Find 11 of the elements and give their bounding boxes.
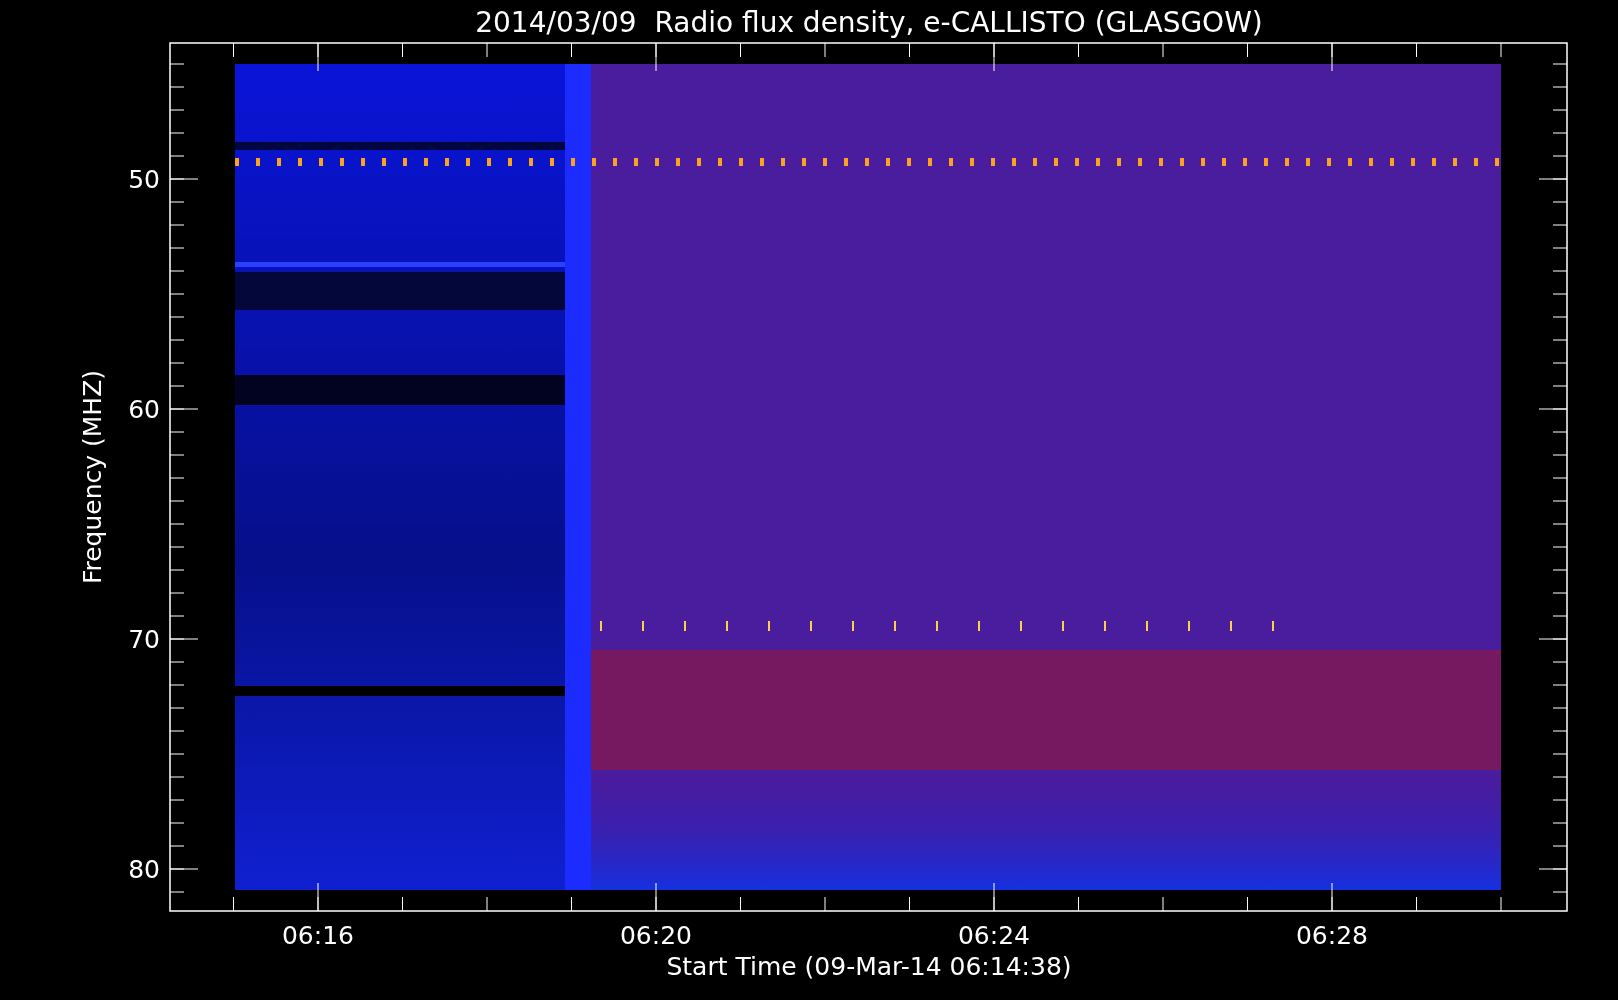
y-tick-label: 60 — [128, 395, 160, 424]
y-axis-label: Frequency (MHZ) — [78, 369, 107, 585]
y-tick-label: 80 — [128, 855, 160, 884]
x-tick-label: 06:16 — [282, 921, 354, 950]
x-tick-label: 06:28 — [1296, 921, 1368, 950]
x-tick-label: 06:20 — [620, 921, 692, 950]
x-tick-label: 06:24 — [958, 921, 1030, 950]
y-tick-label: 50 — [128, 165, 160, 194]
chart-title: 2014/03/09 Radio flux density, e-CALLISTO (GLASGOW) — [475, 6, 1263, 39]
y-tick-label: 70 — [128, 625, 160, 654]
x-axis-label: Start Time (09-Mar-14 06:14:38) — [666, 952, 1072, 981]
